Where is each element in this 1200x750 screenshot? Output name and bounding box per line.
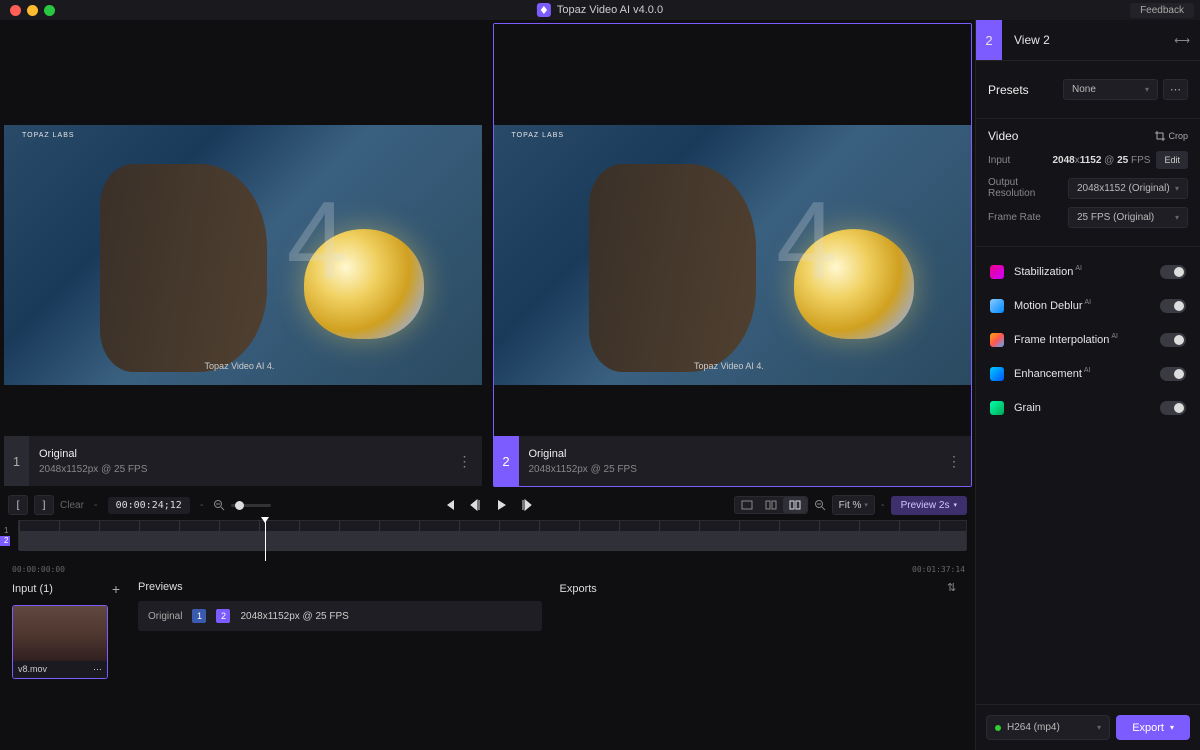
fit-dropdown[interactable]: Fit % ▾ bbox=[832, 495, 875, 515]
maximize-icon[interactable] bbox=[44, 5, 55, 16]
close-icon[interactable] bbox=[10, 5, 21, 16]
pane-number-2: 2 bbox=[494, 436, 519, 486]
grain-toggle[interactable] bbox=[1160, 401, 1186, 415]
stabilization-icon bbox=[990, 265, 1004, 279]
properties-panel: 2 View 2 ⟷ Presets None▾ ⋯ Video Crop bbox=[975, 20, 1200, 750]
exports-panel-title: Exports bbox=[560, 583, 597, 595]
view-side-button[interactable] bbox=[783, 497, 807, 513]
input-res-label: Input bbox=[988, 155, 1010, 166]
play-icon[interactable] bbox=[494, 498, 508, 512]
zoom-out-fit-icon[interactable] bbox=[814, 499, 826, 511]
app-logo-icon bbox=[537, 3, 551, 17]
filter-enhancement[interactable]: EnhancementAI bbox=[976, 357, 1200, 391]
divider: - bbox=[200, 499, 204, 511]
pane-menu-button-1[interactable]: ⋮ bbox=[458, 453, 482, 470]
timeline[interactable]: 1 2 00:00:00:00 00:01:37:14 bbox=[0, 520, 975, 565]
minimize-icon[interactable] bbox=[27, 5, 38, 16]
codec-dropdown[interactable]: H264 (mp4) ▾ bbox=[986, 715, 1110, 740]
thumbnail-menu-icon[interactable]: ⋯ bbox=[93, 664, 102, 675]
playback-controls: [ ] Clear - 00:00:24;12 - bbox=[0, 490, 975, 520]
pane-info-2: Original 2048x1152px @ 25 FPS bbox=[519, 448, 948, 475]
preview-chip-2: 2 bbox=[216, 609, 230, 623]
input-edit-button[interactable]: Edit bbox=[1156, 151, 1188, 169]
timeline-lane-2[interactable]: 2 bbox=[0, 536, 10, 546]
output-res-dropdown[interactable]: 2048x1152 (Original)▾ bbox=[1068, 178, 1188, 199]
view-split-button[interactable] bbox=[759, 497, 783, 513]
framerate-label: Frame Rate bbox=[988, 212, 1041, 223]
watermark-bottom: Topaz Video AI 4. bbox=[205, 361, 275, 371]
presets-dropdown[interactable]: None▾ bbox=[1063, 79, 1158, 100]
app-title: Topaz Video AI v4.0.0 bbox=[537, 3, 663, 17]
crop-button[interactable]: Crop bbox=[1155, 131, 1188, 141]
motion-deblur-toggle[interactable] bbox=[1160, 299, 1186, 313]
playhead[interactable] bbox=[265, 521, 266, 561]
preview-image-2: TOPAZ LABS Topaz Video AI 4. bbox=[494, 24, 972, 436]
filters-list: StabilizationAI Motion DeblurAI Frame In… bbox=[976, 247, 1200, 433]
preview-image-1: TOPAZ LABS Topaz Video AI 4. bbox=[4, 24, 482, 436]
presets-more-button[interactable]: ⋯ bbox=[1163, 79, 1188, 100]
filter-stabilization[interactable]: StabilizationAI bbox=[976, 255, 1200, 289]
mark-in-button[interactable]: [ bbox=[8, 495, 28, 515]
thumbnail-filename: v8.mov bbox=[18, 664, 47, 675]
framerate-dropdown[interactable]: 25 FPS (Original)▾ bbox=[1068, 207, 1188, 228]
timeline-start: 00:00:00:00 bbox=[12, 565, 65, 574]
divider: - bbox=[94, 499, 98, 511]
skip-start-icon[interactable] bbox=[442, 498, 456, 512]
expand-icon[interactable]: ⟷ bbox=[1164, 34, 1200, 47]
zoom-slider[interactable] bbox=[231, 504, 271, 507]
mark-out-button[interactable]: ] bbox=[34, 495, 54, 515]
input-panel-title: Input (1) bbox=[12, 583, 53, 595]
output-res-label: Output Resolution bbox=[988, 177, 1068, 199]
input-thumbnail[interactable]: v8.mov ⋯ bbox=[12, 605, 108, 679]
input-panel: Input (1) + v8.mov ⋯ bbox=[6, 575, 126, 744]
previews-panel-title: Previews bbox=[138, 581, 183, 593]
pane-info-1: Original 2048x1152px @ 25 FPS bbox=[29, 448, 458, 475]
watermark-top: TOPAZ LABS bbox=[22, 132, 75, 139]
preview-chip-1: 1 bbox=[192, 609, 206, 623]
stabilization-toggle[interactable] bbox=[1160, 265, 1186, 279]
step-forward-icon[interactable] bbox=[520, 498, 534, 512]
frame-interpolation-icon bbox=[990, 333, 1004, 347]
timeline-end: 00:01:37:14 bbox=[912, 565, 965, 574]
presets-label: Presets bbox=[988, 83, 1029, 97]
preview-area: TOPAZ LABS Topaz Video AI 4. 1 Original … bbox=[0, 20, 975, 490]
status-dot-icon bbox=[995, 725, 1001, 731]
titlebar: Topaz Video AI v4.0.0 Feedback bbox=[0, 0, 1200, 20]
frame-interpolation-toggle[interactable] bbox=[1160, 333, 1186, 347]
watermark-bottom: Topaz Video AI 4. bbox=[694, 361, 764, 371]
filter-frame-interpolation[interactable]: Frame InterpolationAI bbox=[976, 323, 1200, 357]
timeline-lane-1[interactable]: 1 bbox=[0, 526, 10, 536]
preview-row[interactable]: Original 1 2 2048x1152px @ 25 FPS bbox=[138, 601, 542, 631]
timecode-display[interactable]: 00:00:24;12 bbox=[108, 497, 190, 514]
panel-view-title: View 2 bbox=[1002, 33, 1164, 47]
enhancement-icon bbox=[990, 367, 1004, 381]
add-input-button[interactable]: + bbox=[112, 581, 120, 597]
enhancement-toggle[interactable] bbox=[1160, 367, 1186, 381]
filter-grain[interactable]: Grain bbox=[976, 391, 1200, 425]
exports-panel: Exports ⇅ bbox=[554, 575, 970, 744]
export-button[interactable]: Export▾ bbox=[1116, 715, 1190, 740]
preview-pane-2[interactable]: TOPAZ LABS Topaz Video AI 4. 2 Original … bbox=[493, 23, 973, 487]
zoom-out-icon[interactable] bbox=[213, 499, 225, 511]
clear-button[interactable]: Clear bbox=[60, 500, 84, 511]
view-single-button[interactable] bbox=[735, 497, 759, 513]
grain-icon bbox=[990, 401, 1004, 415]
motion-deblur-icon bbox=[990, 299, 1004, 313]
preview-button[interactable]: Preview 2s▾ bbox=[891, 496, 967, 515]
feedback-button[interactable]: Feedback bbox=[1130, 3, 1194, 18]
exports-sort-button[interactable]: ⇅ bbox=[947, 581, 963, 597]
panel-view-number: 2 bbox=[976, 20, 1002, 60]
window-controls bbox=[0, 5, 55, 16]
preview-pane-1[interactable]: TOPAZ LABS Topaz Video AI 4. 1 Original … bbox=[3, 23, 483, 487]
step-back-icon[interactable] bbox=[468, 498, 482, 512]
previews-panel: Previews Original 1 2 2048x1152px @ 25 F… bbox=[132, 575, 548, 744]
view-mode-group bbox=[734, 496, 808, 514]
pane-menu-button-2[interactable]: ⋮ bbox=[947, 453, 971, 470]
watermark-top: TOPAZ LABS bbox=[512, 132, 565, 139]
input-res-value: 2048x1152 @ 25 FPS bbox=[1052, 155, 1150, 166]
pane-number-1: 1 bbox=[4, 436, 29, 486]
filter-motion-deblur[interactable]: Motion DeblurAI bbox=[976, 289, 1200, 323]
video-label: Video bbox=[988, 129, 1018, 143]
